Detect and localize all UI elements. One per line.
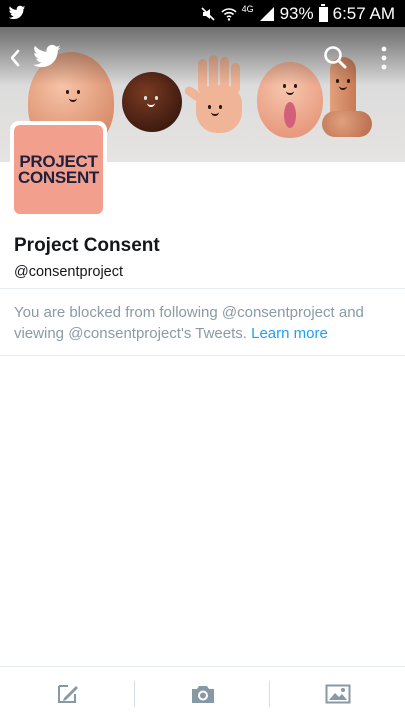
signal-icon [259,7,274,21]
mute-icon [201,7,215,21]
clock: 6:57 AM [332,4,395,23]
gallery-button[interactable] [270,667,405,720]
bottom-action-bar [0,666,405,720]
avatar-text-line2: CONSENT [17,167,100,187]
status-bar: 4G 93% 6:57 AM [0,0,405,27]
divider [0,355,405,356]
battery-percent: 93% [279,4,314,23]
avatar-image: PROJECT CONSENT [14,125,103,214]
profile-handle: @consentproject [14,264,124,280]
twitter-bird-icon[interactable] [32,44,62,70]
divider [0,288,405,289]
camera-icon [191,686,214,703]
wifi-icon [221,8,237,21]
profile-name: Project Consent [14,235,160,256]
back-chevron-icon[interactable] [6,47,24,69]
gallery-icon [325,684,350,704]
profile-avatar[interactable]: PROJECT CONSENT [10,121,107,218]
more-vertical-icon[interactable] [378,45,390,71]
network-type: 4G [241,4,254,14]
learn-more-link[interactable]: Learn more [251,325,328,342]
twitter-bird-icon [8,5,26,20]
compose-tweet-icon [57,685,78,703]
camera-button[interactable] [135,667,270,720]
compose-button[interactable] [0,667,135,720]
battery-icon [318,3,328,22]
blocked-notice: You are blocked from following @consentp… [14,302,394,344]
search-icon[interactable] [322,44,348,70]
